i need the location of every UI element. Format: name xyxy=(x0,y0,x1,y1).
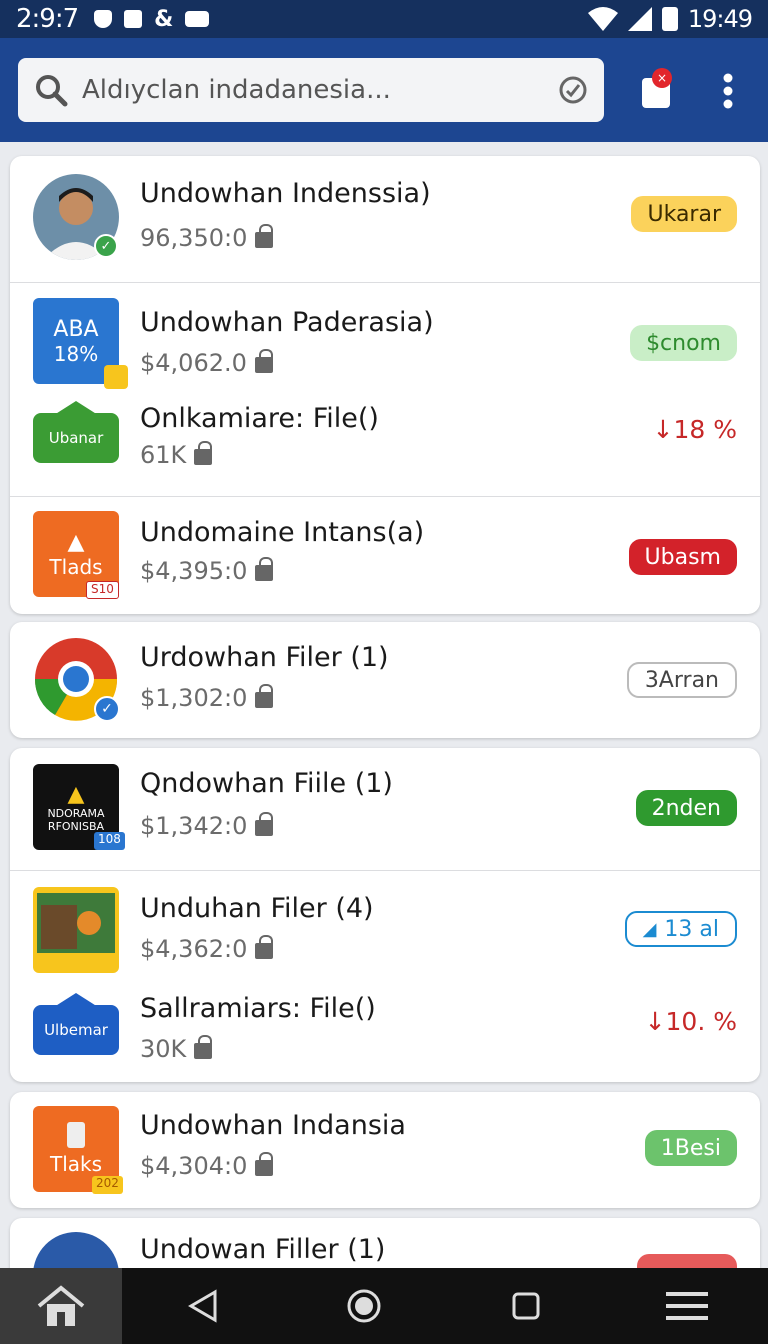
more-vertical-icon xyxy=(723,73,733,109)
card-group: ▲ NDORAMA RFONISBA 108 Qndowhan Fiile (1… xyxy=(10,748,760,1082)
item-subtitle: 61K xyxy=(140,441,213,469)
list-item[interactable]: ▲ NDORAMA RFONISBA 108 Qndowhan Fiile (1… xyxy=(10,748,760,868)
notification-badge: × xyxy=(652,68,672,88)
status-badge: Ukarar xyxy=(631,196,737,232)
list-item[interactable]: Unduhan Filer (4) $4,362:0 ◢ 13 al xyxy=(10,871,760,983)
list-item[interactable]: ▲ Tlads S10 Undomaine Intans(a) $4,395:0… xyxy=(10,497,760,614)
item-title: Undowhan Indenssia) xyxy=(140,178,431,209)
card-group: Tlaks 202 Undowhan Indansia $4,304:0 1Be… xyxy=(10,1092,760,1208)
search-input[interactable]: Aldıyclan indadanesia... xyxy=(18,58,604,122)
item-subtitle: $1,302:0 xyxy=(140,684,274,712)
status-time: 2:9:7 xyxy=(16,4,79,34)
bottom-navigation xyxy=(0,1268,768,1344)
app-bar: Aldıyclan indadanesia... × xyxy=(0,38,768,142)
recents-icon xyxy=(512,1292,540,1320)
change-indicator: ↓18 % xyxy=(652,415,737,444)
overflow-menu-button[interactable] xyxy=(714,68,742,114)
lock-icon xyxy=(255,935,274,959)
download-list: ✓ Undowhan Indenssia) 96,350:0 Ukarar AB… xyxy=(0,142,768,1268)
lock-icon xyxy=(255,812,274,836)
lock-icon xyxy=(255,224,274,248)
list-item[interactable]: ABA 18% Undowhan Paderasia) $4,062.0 $cn… xyxy=(10,283,760,393)
square-icon xyxy=(124,10,143,28)
item-subtitle: $1,342:0 xyxy=(140,812,274,840)
ampersand-icon: & xyxy=(154,6,174,32)
battery-icon xyxy=(661,7,678,31)
status-badge: 2nden xyxy=(635,790,737,826)
lock-icon xyxy=(255,684,274,708)
wifi-icon xyxy=(587,7,618,31)
item-title: Sallramiars: File() xyxy=(140,993,376,1024)
item-subtitle: 96,350:0 xyxy=(140,224,274,252)
item-title: Onlkamiare: File() xyxy=(140,403,379,434)
notification-button[interactable]: × xyxy=(634,66,678,114)
bottle-icon xyxy=(67,1122,85,1148)
change-indicator: ↓10. % xyxy=(644,1007,737,1036)
search-placeholder: Aldıyclan indadanesia... xyxy=(82,75,391,105)
list-item[interactable]: ✓ Undowhan Indenssia) 96,350:0 Ukarar xyxy=(10,156,760,282)
item-title: Undowhan Paderasia) xyxy=(140,307,434,338)
item-title: Undowhan Indansia xyxy=(140,1110,406,1141)
card-group: ✓ Urdowhan Filer (1) $1,302:0 3Arran xyxy=(10,622,760,738)
voicemail-icon xyxy=(185,11,210,27)
list-item[interactable]: Tlaks 202 Undowhan Indansia $4,304:0 1Be… xyxy=(10,1092,760,1208)
item-subtitle: $4,362:0 xyxy=(140,935,274,963)
nav-home-button[interactable] xyxy=(0,1268,122,1344)
lock-icon xyxy=(254,349,273,373)
tag-thumbnail: Ubanar xyxy=(33,413,119,463)
shield-icon xyxy=(94,10,113,28)
item-title: Undowan Filler (1) xyxy=(140,1234,386,1265)
status-badge: $cnom xyxy=(630,325,737,361)
item-title: Undomaine Intans(a) xyxy=(140,517,425,548)
pencil-icon xyxy=(104,365,128,389)
nav-recents-button[interactable] xyxy=(445,1268,607,1344)
menu-icon xyxy=(666,1292,709,1320)
item-subtitle: $4,395:0 xyxy=(140,557,274,585)
card-group: ✓ Undowhan Indenssia) 96,350:0 Ukarar AB… xyxy=(10,156,760,614)
home-circle-icon xyxy=(347,1289,381,1323)
item-subtitle: $4,062.0 xyxy=(140,349,273,377)
lock-icon xyxy=(255,1152,274,1176)
home-icon xyxy=(37,1285,85,1326)
card-group: Undowan Filler (1) xyxy=(10,1218,760,1268)
avatar xyxy=(33,1232,119,1268)
item-subtitle: 30K xyxy=(140,1035,213,1063)
nav-home-circle-button[interactable] xyxy=(284,1268,446,1344)
status-badge xyxy=(637,1254,737,1268)
item-title: Qndowhan Fiile (1) xyxy=(140,768,393,799)
lock-icon xyxy=(194,1035,213,1059)
lock-icon xyxy=(194,441,213,465)
item-title: Urdowhan Filer (1) xyxy=(140,642,389,673)
app-thumbnail xyxy=(33,887,119,973)
item-title: Unduhan Filer (4) xyxy=(140,893,374,924)
status-badge: ◢ 13 al xyxy=(624,911,737,947)
lock-icon xyxy=(255,557,274,581)
search-icon xyxy=(36,75,68,107)
warning-icon: ▲ xyxy=(67,529,85,555)
item-subtitle: $4,304:0 xyxy=(140,1152,274,1180)
trend-up-icon: ◢ xyxy=(642,918,657,940)
refresh-check-icon[interactable] xyxy=(558,75,588,105)
list-item[interactable]: Ulbemar Sallramiars: File() 30K ↓10. % xyxy=(10,983,760,1082)
tag-thumbnail: Ulbemar xyxy=(33,1005,119,1055)
status-clock: 19:49 xyxy=(687,5,753,33)
verified-icon: ✓ xyxy=(94,234,118,258)
list-item[interactable]: Undowan Filler (1) xyxy=(10,1218,760,1268)
back-icon xyxy=(187,1289,217,1323)
nav-menu-button[interactable] xyxy=(607,1268,768,1344)
verified-icon: ✓ xyxy=(94,696,120,722)
status-badge: 1Besi xyxy=(644,1130,737,1166)
status-badge: Ubasm xyxy=(628,539,737,575)
list-item[interactable]: ✓ Urdowhan Filer (1) $1,302:0 3Arran xyxy=(10,622,760,738)
signal-icon xyxy=(627,7,652,31)
nav-back-button[interactable] xyxy=(122,1268,284,1344)
status-bar: 2:9:7 & 19:49 xyxy=(0,0,768,38)
status-badge: 3Arran xyxy=(626,662,737,698)
list-item[interactable]: Ubanar Onlkamiare: File() 61K ↓18 % xyxy=(10,393,760,495)
warning-icon: ▲ xyxy=(67,781,85,807)
